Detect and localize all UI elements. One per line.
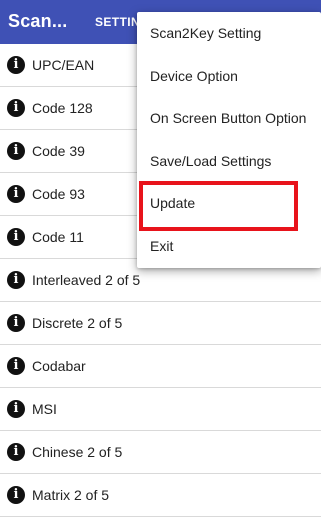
tab-settings[interactable]: SETTIN bbox=[95, 15, 140, 29]
info-icon[interactable]: i bbox=[7, 185, 25, 203]
menu-item-scan2key-setting[interactable]: Scan2Key Setting bbox=[137, 12, 321, 55]
info-icon[interactable]: i bbox=[7, 99, 25, 117]
list-item-label: MSI bbox=[32, 401, 57, 417]
info-icon[interactable]: i bbox=[7, 56, 25, 74]
list-item-label: Code 11 bbox=[32, 229, 84, 245]
list-item-label: Code 39 bbox=[32, 143, 85, 159]
menu-item-save-load-settings[interactable]: Save/Load Settings bbox=[137, 140, 321, 183]
list-item[interactable]: i Matrix 2 of 5 bbox=[0, 474, 321, 517]
app-title: Scan... bbox=[8, 11, 68, 31]
list-item-label: Matrix 2 of 5 bbox=[32, 487, 110, 503]
list-item-label: UPC/EAN bbox=[32, 57, 95, 73]
list-item-label: Chinese 2 of 5 bbox=[32, 444, 123, 460]
list-item-label: Interleaved 2 of 5 bbox=[32, 272, 141, 288]
info-icon[interactable]: i bbox=[7, 357, 25, 375]
info-icon[interactable]: i bbox=[7, 142, 25, 160]
list-item[interactable]: i Codabar bbox=[0, 345, 321, 388]
list-item-label: Codabar bbox=[32, 358, 86, 374]
list-item[interactable]: i Chinese 2 of 5 bbox=[0, 431, 321, 474]
list-item[interactable]: i MSI bbox=[0, 388, 321, 431]
info-icon[interactable]: i bbox=[7, 486, 25, 504]
update-highlight-box bbox=[139, 181, 298, 231]
menu-item-device-option[interactable]: Device Option bbox=[137, 55, 321, 98]
list-item-label: Code 128 bbox=[32, 100, 93, 116]
list-item-label: Code 93 bbox=[32, 186, 85, 202]
info-icon[interactable]: i bbox=[7, 400, 25, 418]
info-icon[interactable]: i bbox=[7, 314, 25, 332]
info-icon[interactable]: i bbox=[7, 228, 25, 246]
info-icon[interactable]: i bbox=[7, 443, 25, 461]
info-icon[interactable]: i bbox=[7, 271, 25, 289]
list-item[interactable]: i Discrete 2 of 5 bbox=[0, 302, 321, 345]
menu-item-on-screen-button-option[interactable]: On Screen Button Option bbox=[137, 97, 321, 140]
list-item-label: Discrete 2 of 5 bbox=[32, 315, 123, 331]
